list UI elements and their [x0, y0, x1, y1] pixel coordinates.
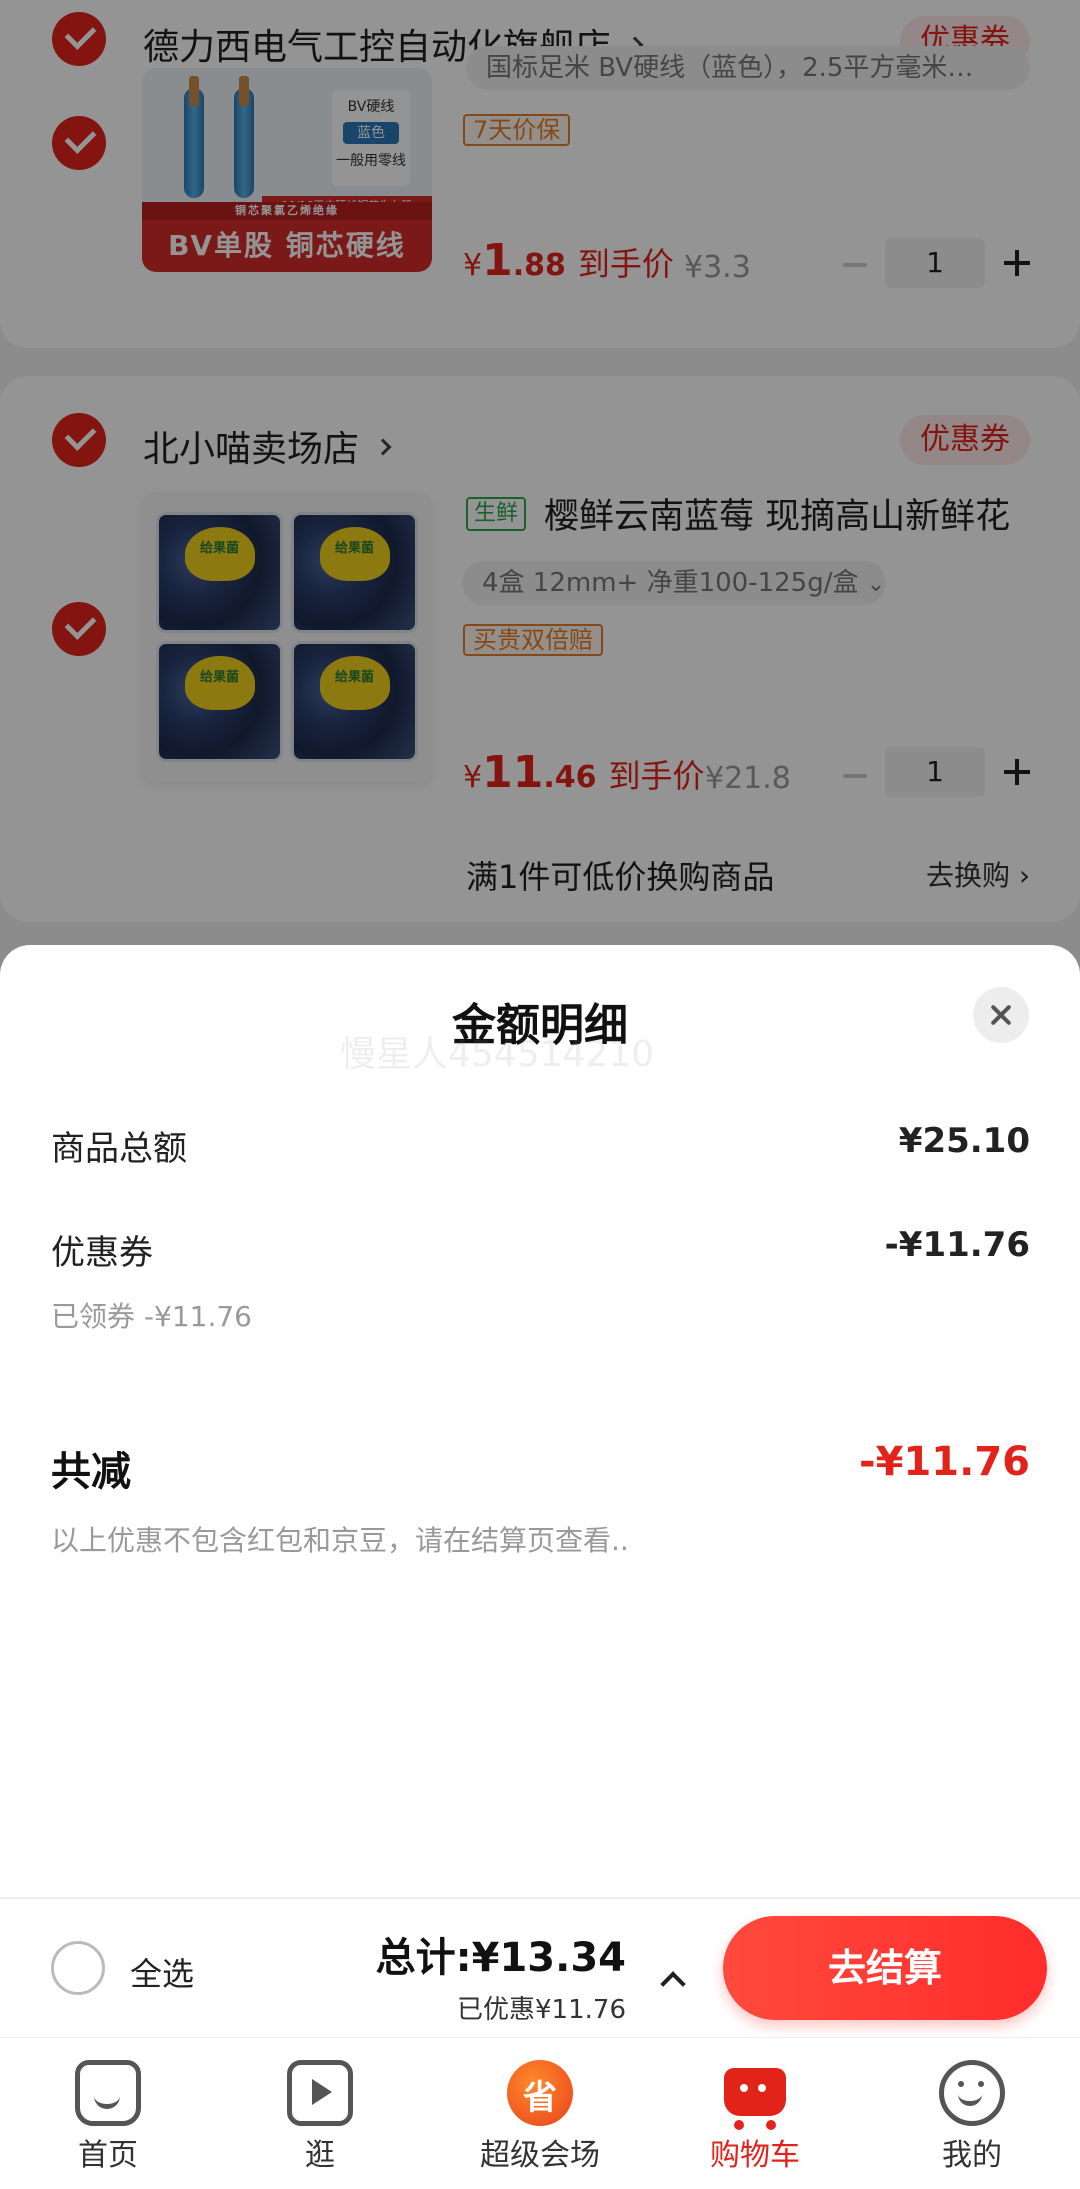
- close-button[interactable]: [973, 987, 1029, 1043]
- cart-icon: [724, 2068, 786, 2130]
- discount-note: 以上优惠不包含红包和京豆，请在结算页查看..: [51, 1524, 629, 1557]
- tab-super-venue[interactable]: 超级会场: [450, 2038, 630, 2189]
- goods-total-label: 商品总额: [51, 1129, 187, 1169]
- discount-amount: 已优惠¥11.76: [457, 1995, 626, 2025]
- tab-browse[interactable]: 逛: [230, 2038, 410, 2189]
- caret-up-icon[interactable]: [660, 1971, 686, 1997]
- tab-cart[interactable]: 购物车: [665, 2038, 845, 2189]
- tab-me[interactable]: 我的: [882, 2038, 1062, 2189]
- select-all-radio[interactable]: [51, 1941, 105, 1995]
- goods-total-value: ¥25.10: [898, 1121, 1030, 1161]
- total-summary[interactable]: 总计:¥13.34 已优惠¥11.76: [376, 1925, 626, 2026]
- watermark: 慢星人454514210: [340, 1034, 655, 1075]
- tab-label: 逛: [305, 2138, 335, 2173]
- checkout-button[interactable]: 去结算: [723, 1916, 1047, 2020]
- tab-label: 我的: [942, 2138, 1002, 2173]
- tab-label: 超级会场: [480, 2138, 600, 2173]
- smiley-profile-icon: [939, 2060, 1005, 2126]
- coupon-value: -¥11.76: [884, 1225, 1030, 1265]
- home-icon: [75, 2060, 141, 2126]
- total-discount-label: 共减: [51, 1449, 131, 1495]
- checkout-bar: 全选 总计:¥13.34 已优惠¥11.76 去结算: [0, 1897, 1080, 2037]
- select-all-label[interactable]: 全选: [130, 1949, 194, 1995]
- bottom-tab-bar: 首页 逛 超级会场 购物车 我的: [0, 2037, 1080, 2189]
- coupon-claimed-text: 已领券 -¥11.76: [51, 1300, 252, 1333]
- coupon-label: 优惠券: [51, 1233, 153, 1273]
- total-amount: 总计:¥13.34: [375, 1935, 626, 1981]
- tab-label: 购物车: [710, 2138, 800, 2173]
- video-play-icon: [287, 2060, 353, 2126]
- super-venue-icon: [507, 2060, 573, 2126]
- total-discount-value: -¥11.76: [859, 1439, 1030, 1485]
- tab-home[interactable]: 首页: [18, 2038, 198, 2189]
- tab-label: 首页: [78, 2138, 138, 2173]
